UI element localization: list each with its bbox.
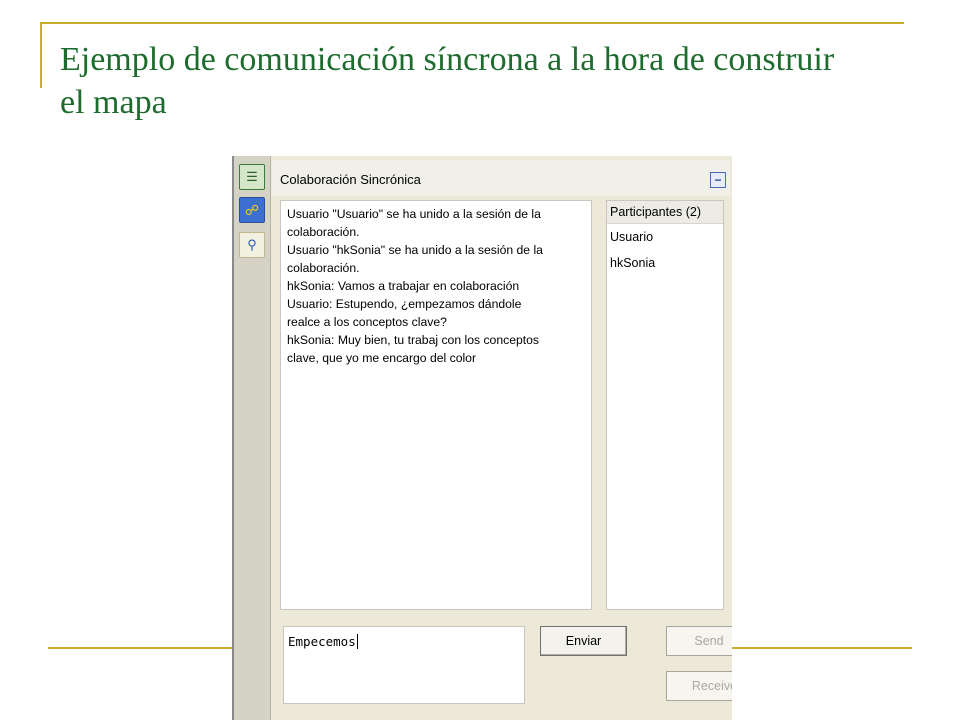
participants-header: Participantes (2) — [607, 201, 723, 224]
notes-icon[interactable]: ☰ — [239, 164, 265, 190]
chat-line: Usuario: Estupendo, ¿empezamos dándole — [287, 297, 522, 311]
bottom-left-divider-line — [48, 647, 232, 649]
chat-line: Usuario "Usuario" se ha unido a la sesió… — [287, 207, 541, 221]
side-icon-bar: ☰ ☍ ⚲ — [234, 156, 271, 720]
chat-line: realce a los conceptos clave? — [287, 315, 447, 329]
send-button[interactable]: Send — [666, 626, 732, 656]
chat-line: hkSonia: Vamos a trabajar en colaboració… — [287, 279, 520, 293]
chat-icon[interactable]: ⚲ — [239, 232, 265, 258]
slide-title: Ejemplo de comunicación síncrona a la ho… — [60, 41, 835, 121]
top-divider-line — [40, 22, 904, 24]
panel-header: Colaboración Sincrónica − — [272, 160, 730, 196]
minimize-button[interactable]: − — [710, 172, 726, 188]
chat-log[interactable]: Usuario "Usuario" se ha unido a la sesió… — [280, 200, 592, 610]
collaboration-icon[interactable]: ☍ — [239, 197, 265, 223]
enviar-button[interactable]: Enviar — [540, 626, 627, 656]
left-accent-line — [40, 22, 42, 88]
chat-line: hkSonia: Muy bien, tu trabaj con los con… — [287, 333, 540, 347]
receive-button[interactable]: Receive — [666, 671, 732, 701]
chat-line: clave, que yo me encargo del color — [287, 351, 477, 365]
chat-line: colaboración. — [287, 225, 360, 239]
message-text: Empecemos — [288, 634, 356, 649]
collaboration-window: ☰ ☍ ⚲ Colaboración Sincrónica − Usuario … — [232, 156, 732, 720]
chat-line: Usuario "hkSonia" se ha unido a la sesió… — [287, 243, 543, 257]
collaboration-panel: Colaboración Sincrónica − Usuario "Usuar… — [272, 156, 732, 720]
text-caret — [356, 634, 358, 649]
participants-list: Participantes (2) Usuario hkSonia — [606, 200, 724, 610]
panel-title: Colaboración Sincrónica — [280, 172, 421, 187]
chat-line: colaboración. — [287, 261, 360, 275]
message-input[interactable]: Empecemos — [283, 626, 525, 704]
participant-item[interactable]: Usuario — [607, 224, 723, 250]
bottom-right-divider-line — [732, 647, 912, 649]
participant-item[interactable]: hkSonia — [607, 250, 723, 276]
